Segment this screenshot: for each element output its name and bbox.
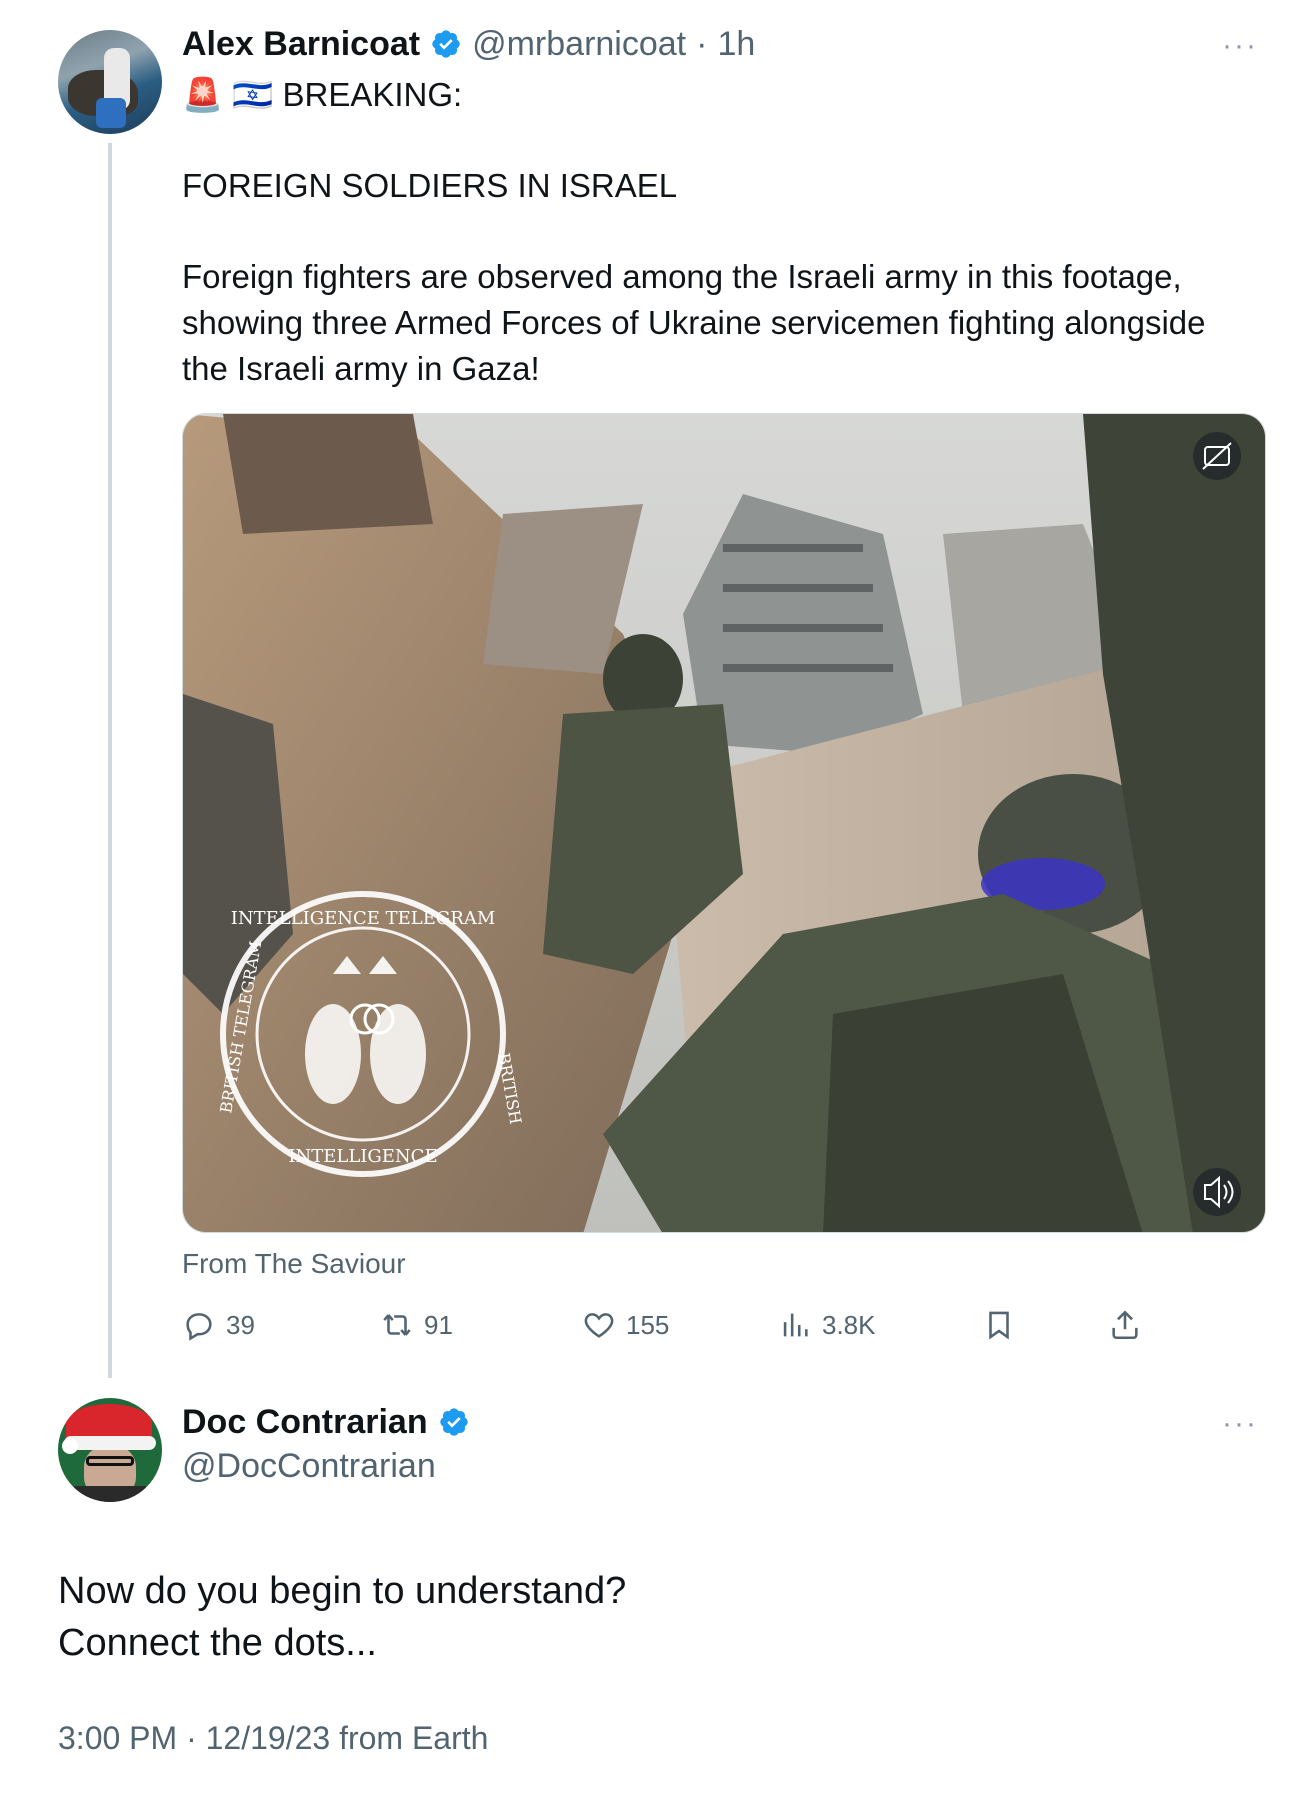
thread-connector-line xyxy=(108,143,112,1378)
reply-icon xyxy=(186,1313,212,1341)
time-ago[interactable]: 1h xyxy=(717,24,755,64)
reply-author-name[interactable]: Doc Contrarian xyxy=(182,1402,428,1442)
reply-body: Now do you begin to understand? Connect … xyxy=(58,1570,627,1664)
author-name[interactable]: Alex Barnicoat xyxy=(182,24,420,64)
tweet-body: Foreign fighters are observed among the … xyxy=(182,258,1206,387)
tweet-header: Alex Barnicoat @mrbarnicoat · 1h xyxy=(182,24,755,64)
views-chart-icon xyxy=(783,1313,808,1337)
avatar-alex-barnicoat[interactable] xyxy=(58,30,162,134)
share-button[interactable] xyxy=(1108,1300,1152,1350)
volume-icon[interactable] xyxy=(1193,1168,1241,1216)
verified-badge-icon xyxy=(432,30,460,58)
repost-button[interactable]: 91 xyxy=(380,1300,453,1350)
bookmark-button[interactable] xyxy=(982,1300,1026,1350)
captions-off-icon[interactable] xyxy=(1193,432,1241,480)
repost-count: 91 xyxy=(424,1310,453,1340)
more-options-icon[interactable]: ··· xyxy=(1222,31,1258,61)
repost-icon xyxy=(383,1314,411,1336)
reply-more-options-icon[interactable]: ··· xyxy=(1222,1409,1258,1439)
reply-timestamp[interactable]: 3:00 PM · 12/19/23 from Earth xyxy=(58,1720,488,1757)
views-button[interactable]: 3.8K xyxy=(778,1300,876,1350)
reply-count: 39 xyxy=(226,1310,255,1340)
views-count: 3.8K xyxy=(822,1310,876,1340)
tweet-video[interactable]: INTELLIGENCE TELEGRAM INTELLIGENCE BRITI… xyxy=(182,413,1266,1233)
tweet-emoji-line: 🚨 🇮🇱 BREAKING: xyxy=(182,76,463,113)
like-count: 155 xyxy=(626,1310,670,1340)
share-icon xyxy=(1112,1310,1138,1340)
watermark-text-bottom: INTELLIGENCE xyxy=(288,1146,437,1167)
dot-separator: · xyxy=(696,25,708,63)
heart-icon xyxy=(584,1313,614,1338)
reply-button[interactable]: 39 xyxy=(182,1300,255,1350)
tweet-action-bar: 39 91 155 3.8K xyxy=(182,1300,1182,1350)
tweet-heading: FOREIGN SOLDIERS IN ISRAEL xyxy=(182,167,678,204)
reply-header: Doc Contrarian xyxy=(182,1402,470,1442)
like-button[interactable]: 155 xyxy=(582,1300,669,1350)
media-source-attribution[interactable]: From The Saviour xyxy=(182,1248,406,1280)
avatar-doc-contrarian[interactable] xyxy=(58,1398,162,1502)
watermark-text-top: INTELLIGENCE TELEGRAM xyxy=(231,908,496,929)
reply-author-handle[interactable]: @DocContrarian xyxy=(182,1446,436,1486)
verified-badge-icon xyxy=(439,1408,468,1436)
bookmark-icon xyxy=(989,1311,1009,1340)
author-handle[interactable]: @mrbarnicoat xyxy=(472,24,686,64)
